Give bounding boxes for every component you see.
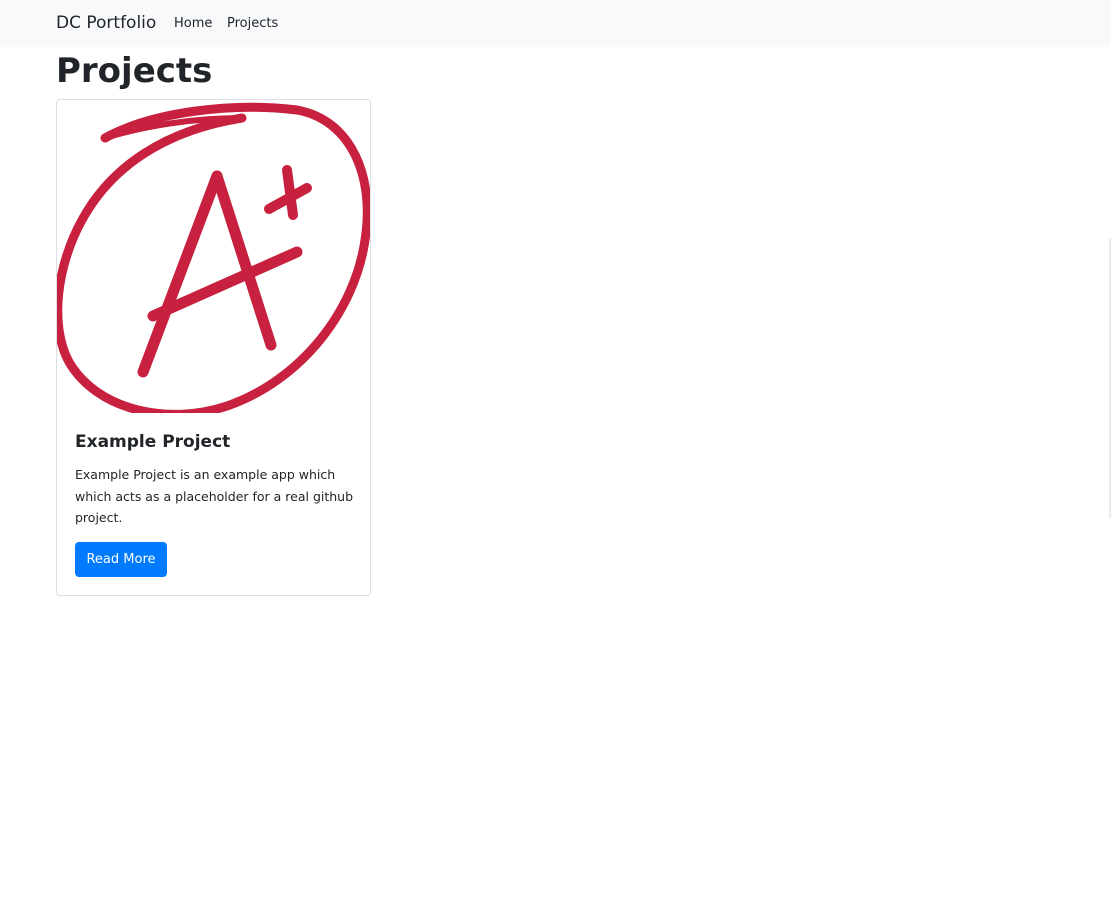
navbar: DC Portfolio Home Projects <box>0 0 1111 47</box>
a-plus-grade-icon <box>57 102 370 413</box>
nav-link-home[interactable]: Home <box>174 15 212 32</box>
project-card: Example Project Example Project is an ex… <box>56 99 371 596</box>
brand-link[interactable]: DC Portfolio <box>56 12 156 34</box>
page-title: Projects <box>56 51 213 91</box>
read-more-button[interactable]: Read More <box>75 542 167 577</box>
card-title: Example Project <box>75 432 231 452</box>
nav-link-projects[interactable]: Projects <box>227 15 278 32</box>
card-description: Example Project is an example app which … <box>75 467 354 525</box>
